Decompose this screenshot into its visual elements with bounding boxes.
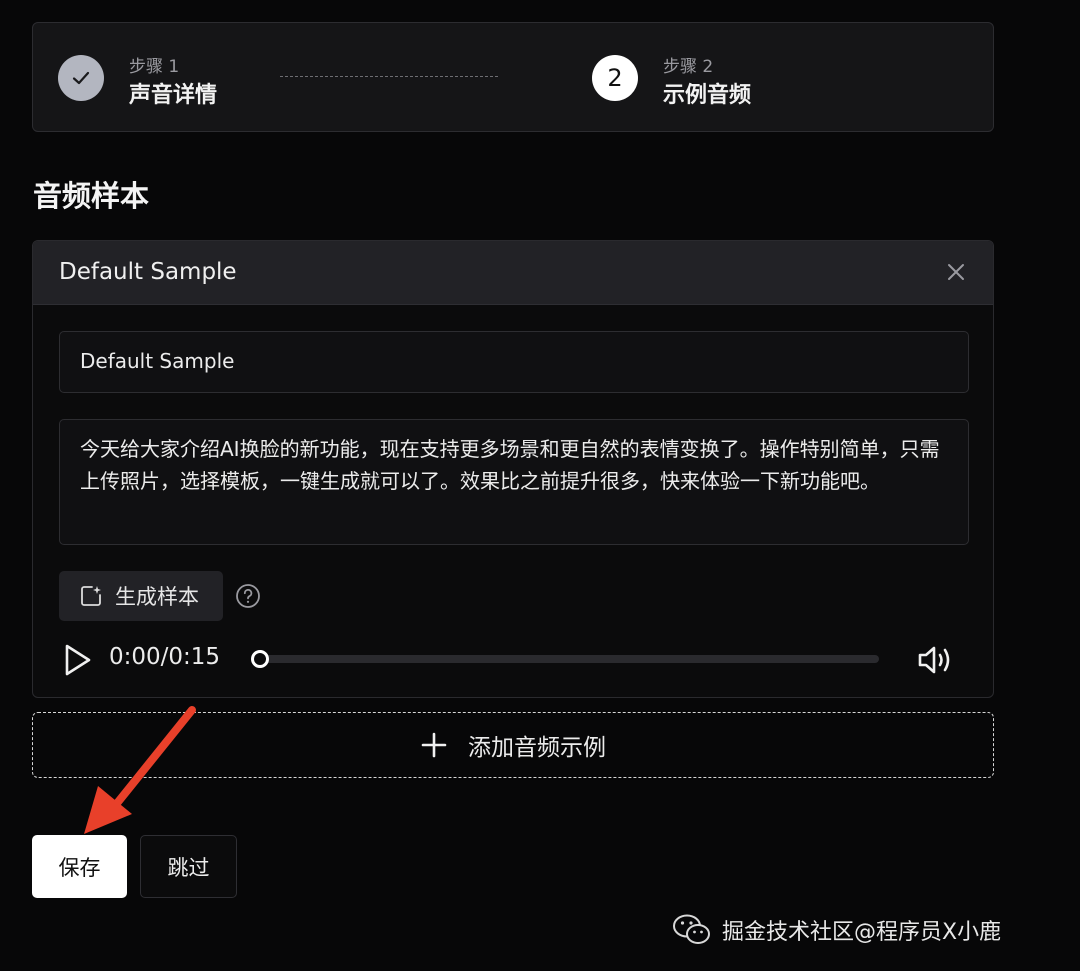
volume-icon[interactable]	[917, 643, 955, 677]
stepper: 步骤 1 声音详情 2 步骤 2 示例音频	[32, 22, 994, 132]
sample-name-input[interactable]: Default Sample	[59, 331, 969, 393]
step-connector	[280, 76, 498, 77]
section-title: 音频样本	[33, 179, 150, 213]
audio-player: 0:00/0:15	[61, 639, 971, 679]
sample-card-header: Default Sample	[33, 241, 993, 305]
step2-title: 示例音频	[663, 83, 752, 108]
sample-text-input[interactable]: 今天给大家介绍AI换脸的新功能，现在支持更多场景和更自然的表情变换了。操作特别简…	[59, 419, 969, 545]
step1-label: 步骤 1	[129, 57, 180, 77]
audio-progress-thumb[interactable]	[251, 650, 269, 668]
step1-title: 声音详情	[129, 83, 218, 108]
generate-sparkle-icon	[81, 586, 101, 606]
add-audio-example-label: 添加音频示例	[468, 735, 606, 761]
step1-completed-indicator	[58, 55, 104, 101]
step2-label: 步骤 2	[663, 57, 714, 77]
sample-card: Default Sample Default Sample 今天给大家介绍AI换…	[32, 240, 994, 698]
check-icon	[72, 71, 90, 85]
close-icon[interactable]	[945, 261, 967, 283]
generate-sample-button[interactable]: 生成样本	[59, 571, 223, 621]
plus-icon	[421, 732, 447, 758]
page: 步骤 1 声音详情 2 步骤 2 示例音频 音频样本 Default Sampl…	[0, 0, 1080, 971]
step2-number-indicator: 2	[592, 55, 638, 101]
annotation-arrow	[84, 706, 196, 834]
help-icon[interactable]	[235, 583, 261, 609]
audio-progress-track[interactable]	[251, 650, 879, 668]
step2-number: 2	[607, 64, 623, 92]
audio-time: 0:00/0:15	[109, 644, 221, 670]
wechat-icon	[673, 914, 710, 944]
sample-card-title: Default Sample	[59, 259, 237, 285]
generate-sample-label: 生成样本	[115, 585, 199, 609]
watermark-text: 掘金技术社区@程序员X小鹿	[722, 920, 1002, 945]
watermark: 掘金技术社区@程序员X小鹿	[672, 910, 1001, 950]
play-icon[interactable]	[63, 643, 93, 677]
